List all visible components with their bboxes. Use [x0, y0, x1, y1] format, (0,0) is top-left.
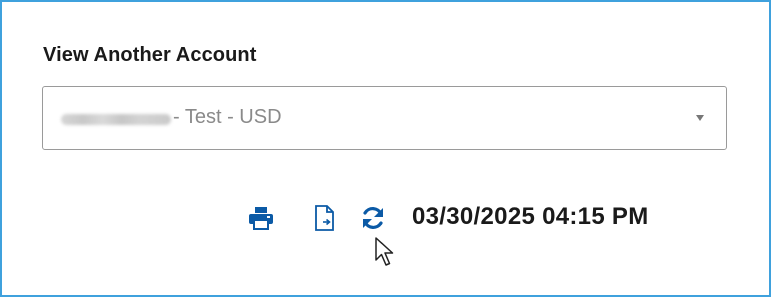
print-button[interactable] [248, 206, 274, 230]
section-title: View Another Account [43, 44, 257, 66]
export-document-icon [315, 205, 334, 231]
mouse-pointer-icon [375, 237, 394, 266]
chevron-down-icon[interactable] [696, 115, 704, 121]
redacted-account-name [61, 114, 171, 125]
refresh-button[interactable] [360, 205, 386, 231]
account-select[interactable]: - Test - USD [42, 86, 727, 150]
selected-account-value: - Test - USD [173, 106, 282, 128]
account-panel: View Another Account - Test - USD 03/30/… [0, 0, 771, 297]
refresh-icon [363, 207, 383, 229]
print-icon [249, 207, 273, 230]
export-button[interactable] [314, 204, 336, 232]
last-updated-timestamp: 03/30/2025 04:15 PM [412, 203, 649, 230]
